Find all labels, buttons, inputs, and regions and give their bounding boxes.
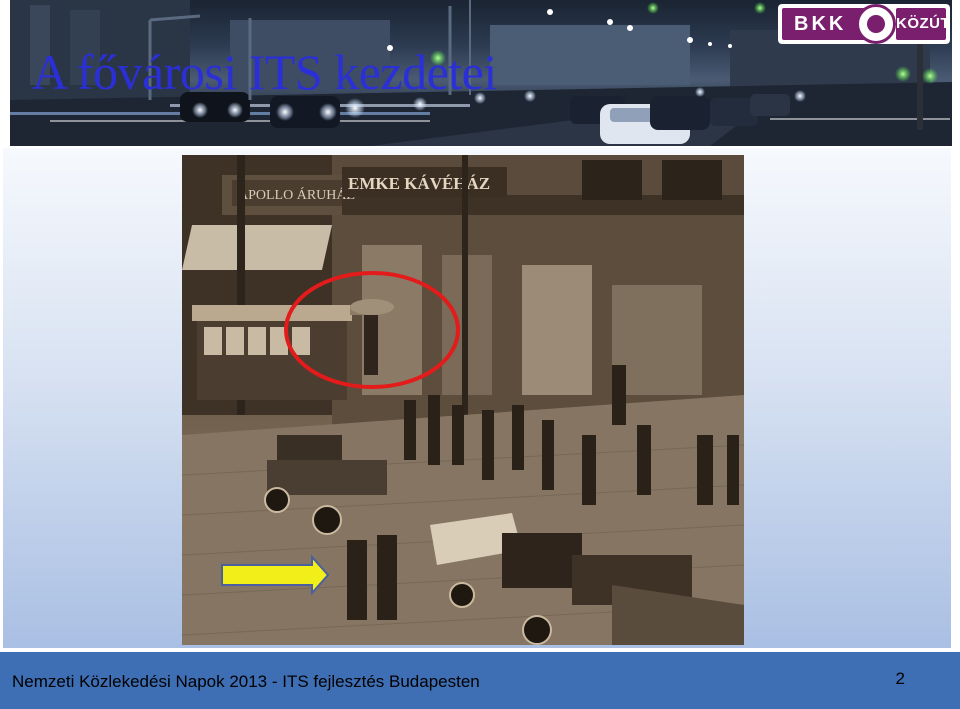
- footer-bar: Nemzeti Közlekedési Napok 2013 - ITS fej…: [0, 652, 960, 709]
- historic-street-illustration: APOLLO ÁRUHÁZ EMKE KÁVÉHÁZ: [182, 155, 744, 645]
- bkk-kozut-logo: BKK KÖZÚT: [778, 4, 950, 44]
- svg-text:APOLLO ÁRUHÁZ: APOLLO ÁRUHÁZ: [238, 186, 355, 203]
- page-number: 2: [895, 669, 905, 688]
- logo-ring-icon: [856, 4, 896, 44]
- historic-street-photo: APOLLO ÁRUHÁZ EMKE KÁVÉHÁZ: [182, 155, 744, 645]
- slide-title: A fővárosi ITS kezdetei: [32, 44, 497, 100]
- footer-text: Nemzeti Közlekedési Napok 2013 - ITS fej…: [12, 672, 480, 691]
- logo-kozut-text: KÖZÚT: [896, 8, 950, 40]
- tram: [192, 305, 352, 400]
- shop-sign-left: APOLLO ÁRUHÁZ: [232, 180, 355, 206]
- svg-text:EMKE KÁVÉHÁZ: EMKE KÁVÉHÁZ: [348, 174, 490, 193]
- shop-sign-center: EMKE KÁVÉHÁZ: [342, 167, 507, 197]
